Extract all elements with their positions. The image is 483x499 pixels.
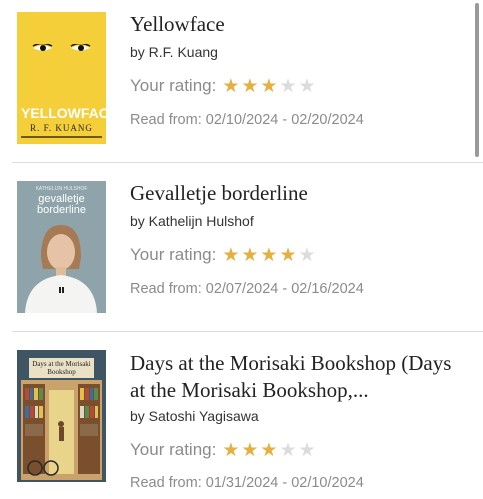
star-filled-icon[interactable]: ★: [222, 77, 239, 96]
star-empty-icon[interactable]: ★: [279, 441, 296, 460]
rating-row: Your rating: ★ ★ ★ ★ ★: [130, 76, 316, 96]
read-dates: Read from: 01/31/2024 - 02/10/2024: [130, 475, 364, 491]
right-eye-icon: [70, 44, 91, 51]
star-filled-icon[interactable]: ★: [241, 77, 258, 96]
cover-author-text: R. F. KUANG: [30, 123, 93, 133]
book-row-yellowface[interactable]: YELLOWFACE R. F. KUANG Yellowface by R.F…: [0, 0, 483, 162]
book-cover-days-at-the-morisaki-bookshop[interactable]: Days at the Morisaki Bookshop: [17, 350, 106, 482]
book-author[interactable]: by Satoshi Yagisawa: [130, 408, 259, 424]
book-author[interactable]: by Kathelijn Hulshof: [130, 213, 254, 229]
star-rating[interactable]: ★ ★ ★ ★ ★: [222, 441, 315, 460]
star-rating[interactable]: ★ ★ ★ ★ ★: [222, 77, 315, 96]
left-eye-icon: [32, 44, 53, 51]
rating-row: Your rating: ★ ★ ★ ★ ★: [130, 245, 316, 265]
star-empty-icon[interactable]: ★: [279, 77, 296, 96]
star-empty-icon[interactable]: ★: [299, 441, 316, 460]
cover-author-text: KATHELIJN HULSHOF: [35, 186, 88, 192]
star-filled-icon[interactable]: ★: [260, 246, 277, 265]
book-author[interactable]: by R.F. Kuang: [130, 44, 218, 60]
rating-label: Your rating:: [130, 440, 217, 459]
cover-title-text: YELLOWFACE: [21, 105, 106, 121]
rating-row: Your rating: ★ ★ ★ ★ ★: [130, 440, 316, 460]
book-title[interactable]: Days at the Morisaki Bookshop (Days at t…: [130, 350, 470, 404]
star-filled-icon[interactable]: ★: [222, 441, 239, 460]
star-filled-icon[interactable]: ★: [279, 246, 296, 265]
read-dates: Read from: 02/10/2024 - 02/20/2024: [130, 112, 364, 128]
star-filled-icon[interactable]: ★: [222, 246, 239, 265]
book-title[interactable]: Gevalletje borderline: [130, 180, 470, 207]
cover-portrait-image: [25, 225, 97, 313]
star-empty-icon[interactable]: ★: [299, 77, 316, 96]
star-filled-icon[interactable]: ★: [241, 441, 258, 460]
cover-tagline-bar: [21, 136, 102, 138]
star-rating[interactable]: ★ ★ ★ ★ ★: [222, 246, 315, 265]
star-filled-icon[interactable]: ★: [241, 246, 258, 265]
book-list: YELLOWFACE R. F. KUANG Yellowface by R.F…: [0, 0, 483, 499]
star-filled-icon[interactable]: ★: [260, 77, 277, 96]
book-cover-gevalletje-borderline[interactable]: KATHELIJN HULSHOF gevalletje borderline: [17, 181, 106, 313]
read-dates: Read from: 02/07/2024 - 02/16/2024: [130, 281, 364, 297]
book-row-gevalletje-borderline[interactable]: KATHELIJN HULSHOF gevalletje borderline …: [0, 163, 483, 331]
star-filled-icon[interactable]: ★: [260, 441, 277, 460]
rating-label: Your rating:: [130, 245, 217, 264]
book-row-days-at-the-morisaki-bookshop[interactable]: Days at the Morisaki Bookshop Days at th…: [0, 332, 483, 499]
star-empty-icon[interactable]: ★: [299, 246, 316, 265]
scrollbar[interactable]: [475, 3, 479, 157]
book-cover-yellowface[interactable]: YELLOWFACE R. F. KUANG: [17, 12, 106, 144]
cover-title-text: Days at the Morisaki Bookshop: [29, 358, 94, 378]
book-title[interactable]: Yellowface: [130, 11, 470, 38]
rating-label: Your rating:: [130, 76, 217, 95]
cover-title-text: gevalletje borderline: [37, 193, 86, 216]
